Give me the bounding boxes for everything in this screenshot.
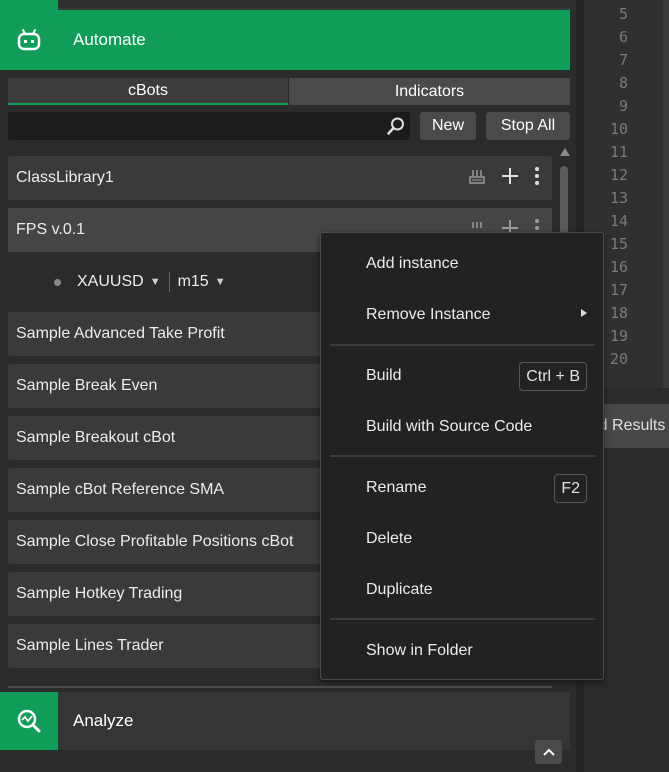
menu-item-label: Build: [366, 367, 402, 384]
cbot-name: ClassLibrary1: [16, 169, 114, 186]
line-number: 12: [609, 166, 628, 184]
stop-all-button[interactable]: Stop All: [486, 112, 570, 140]
menu-item-delete[interactable]: Delete: [321, 519, 603, 559]
menu-item-build-with-source[interactable]: Build with Source Code: [321, 407, 603, 447]
line-number: 9: [618, 97, 628, 115]
scroll-up-icon[interactable]: [560, 148, 570, 156]
cbot-name: Sample Close Profitable Positions cBot: [16, 533, 294, 550]
menu-item-label: Remove Instance: [366, 306, 491, 323]
line-number: 11: [609, 143, 628, 161]
top-accent: [0, 0, 58, 10]
instance-timeframe[interactable]: m15: [178, 273, 209, 291]
shortcut-badge: Ctrl + B: [519, 362, 587, 391]
menu-item-add-instance[interactable]: Add instance: [321, 244, 603, 284]
editor-scrollbar[interactable]: [663, 0, 669, 388]
line-number: 14: [609, 212, 628, 230]
chevron-down-icon[interactable]: ▼: [215, 276, 226, 288]
cbot-name: Sample Break Even: [16, 377, 158, 394]
list-item[interactable]: ClassLibrary1: [8, 156, 552, 200]
automate-header[interactable]: Automate: [0, 10, 570, 70]
line-number: 8: [618, 74, 628, 92]
tab-bar: cBots Indicators: [8, 78, 570, 105]
instance-divider: [168, 272, 170, 292]
tab-cbots[interactable]: cBots: [8, 78, 288, 105]
menu-item-duplicate[interactable]: Duplicate: [321, 570, 603, 610]
more-icon[interactable]: [534, 166, 540, 191]
menu-item-label: Duplicate: [366, 581, 433, 598]
analyze-icon: [0, 692, 58, 750]
menu-item-label: Rename: [366, 479, 427, 496]
shortcut-badge: F2: [554, 474, 587, 503]
menu-item-build[interactable]: Build Ctrl + B: [321, 356, 603, 396]
instance-symbol[interactable]: XAUUSD: [77, 273, 144, 291]
line-number: 5: [618, 5, 628, 23]
status-dot: [54, 278, 61, 286]
search-icon[interactable]: [386, 116, 406, 141]
list-bottom-divider: [8, 686, 552, 688]
line-number: 13: [609, 189, 628, 207]
build-icon[interactable]: [468, 167, 486, 190]
automate-title: Automate: [73, 30, 146, 49]
menu-separator: [330, 455, 595, 457]
line-number: 7: [618, 51, 628, 69]
chevron-down-icon[interactable]: ▼: [150, 276, 161, 288]
menu-item-label: Delete: [366, 530, 413, 547]
search-input[interactable]: [8, 112, 410, 140]
menu-item-remove-instance[interactable]: Remove Instance: [321, 295, 603, 335]
line-number: 6: [618, 28, 628, 46]
menu-item-label: Add instance: [366, 255, 459, 272]
cbot-name: Sample Breakout cBot: [16, 429, 176, 446]
menu-item-rename[interactable]: Rename F2: [321, 468, 603, 508]
menu-item-label: Show in Folder: [366, 642, 473, 659]
cbot-name: Sample Hotkey Trading: [16, 585, 183, 602]
cbot-name: Sample cBot Reference SMA: [16, 481, 225, 498]
chevron-up-icon: [542, 748, 555, 756]
collapse-button[interactable]: [535, 740, 562, 764]
menu-item-label: Build with Source Code: [366, 418, 533, 435]
context-menu: Add instance Remove Instance Build Ctrl …: [320, 232, 604, 680]
top-strip: [0, 0, 576, 10]
tab-indicators[interactable]: Indicators: [289, 78, 570, 105]
new-button[interactable]: New: [420, 112, 476, 140]
robot-icon: [0, 10, 58, 70]
add-instance-icon[interactable]: [500, 166, 520, 191]
analyze-header[interactable]: Analyze: [0, 692, 570, 750]
analyze-title: Analyze: [73, 711, 134, 730]
cbot-name: Sample Lines Trader: [16, 637, 164, 654]
menu-separator: [330, 344, 595, 346]
cbot-name: FPS v.0.1: [16, 221, 86, 238]
submenu-arrow-icon: [581, 309, 587, 317]
cbot-name: Sample Advanced Take Profit: [16, 325, 225, 342]
menu-item-show-in-folder[interactable]: Show in Folder: [321, 631, 603, 671]
menu-separator: [330, 618, 595, 620]
line-number: 10: [609, 120, 628, 138]
